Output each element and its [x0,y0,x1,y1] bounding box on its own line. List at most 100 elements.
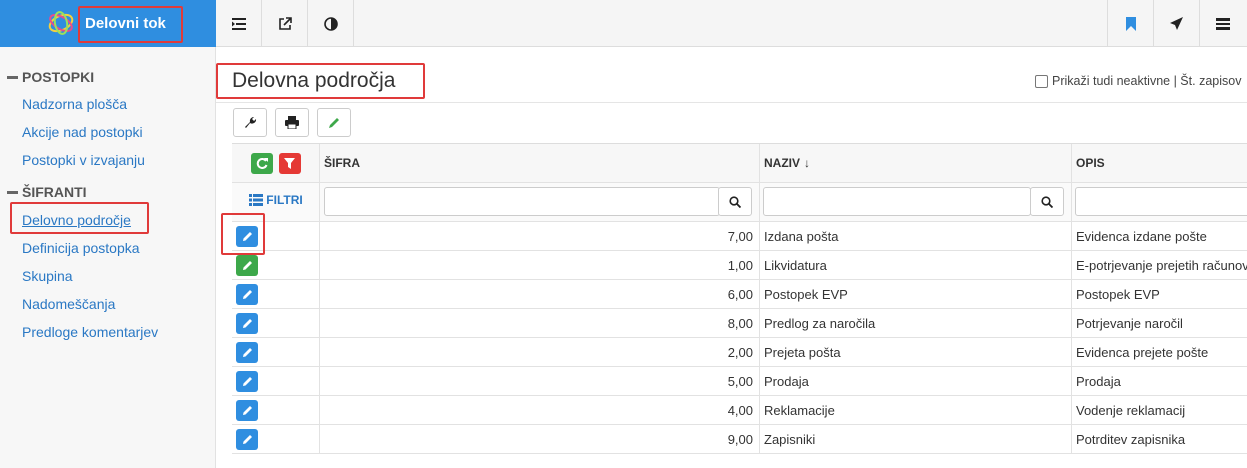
print-button[interactable] [275,108,309,137]
bookmark-button[interactable] [1107,0,1153,47]
sidebar-item-predloge-komentarjev[interactable]: Predloge komentarjev [22,324,158,340]
external-link-button[interactable] [262,0,308,47]
pencil-icon [242,434,252,444]
sort-icon: ↓ [804,156,810,170]
section-label: ŠIFRANTI [22,184,87,200]
clear-filter-button[interactable] [278,152,301,174]
show-inactive-label: Prikaži tudi neaktivne | Št. zapisov [1052,74,1242,88]
cell-sifra: 7,00 [320,222,760,250]
cell-sifra: 6,00 [320,280,760,308]
cell-sifra: 8,00 [320,309,760,337]
row-edit-button[interactable] [236,370,258,392]
row-edit-button[interactable] [236,225,258,247]
column-header-sifra[interactable]: ŠIFRA [320,144,760,182]
brand-header[interactable]: Delovni tok [0,0,216,47]
sidebar-section-postopki[interactable]: POSTOPKI [7,69,94,85]
cell-naziv: Predlog za naročila [760,309,1072,337]
contrast-button[interactable] [308,0,354,47]
row-actions [232,396,320,424]
cell-naziv: Likvidatura [760,251,1072,279]
filter-input-sifra[interactable] [324,187,720,216]
table-row[interactable]: 1,00 Likvidatura E-potrjevanje prejetih … [232,251,1247,280]
row-actions [232,251,320,279]
pencil-icon [242,376,252,386]
filters-label: FILTRI [266,193,303,207]
filter-input-opis[interactable] [1075,187,1247,216]
menu-button[interactable] [1199,0,1245,47]
header-actions [232,144,320,182]
row-edit-button[interactable] [236,399,258,421]
cell-sifra: 2,00 [320,338,760,366]
table-row[interactable]: 9,00 Zapisniki Potrditev zapisnika [232,425,1247,454]
row-actions [232,222,320,250]
filter-cell-sifra [320,183,760,221]
column-header-label: NAZIV [764,156,800,170]
logo-icon [48,11,74,35]
list-indent-button[interactable] [216,0,262,47]
pencil-icon [242,405,252,415]
cell-sifra: 9,00 [320,425,760,453]
sidebar-item-skupina[interactable]: Skupina [22,268,73,284]
filter-input-naziv[interactable] [763,187,1031,216]
sidebar-item-postopki-v-izvajanju[interactable]: Postopki v izvajanju [22,152,145,168]
cell-naziv: Prodaja [760,367,1072,395]
wrench-icon [244,116,256,128]
bookmark-icon [1125,16,1136,31]
search-button-sifra[interactable] [718,187,752,216]
cell-naziv: Izdana pošta [760,222,1072,250]
show-inactive-toggle[interactable]: Prikaži tudi neaktivne | Št. zapisov [1035,74,1241,88]
pencil-icon [242,318,252,328]
menu-icon [1215,17,1230,30]
table-row[interactable]: 4,00 Reklamacije Vodenje reklamacij [232,396,1247,425]
row-edit-button[interactable] [236,283,258,305]
filters-toggle[interactable]: FILTRI [236,193,316,207]
pencil-icon [329,117,339,128]
collapse-icon [7,75,18,79]
table-row[interactable]: 8,00 Predlog za naročila Potrjevanje nar… [232,309,1247,338]
cell-sifra: 4,00 [320,396,760,424]
list-icon [249,194,264,206]
search-button-naziv[interactable] [1030,187,1064,216]
app-title: Delovni tok [85,15,166,32]
sidebar-item-delovno-podrocje[interactable]: Delovno področje [22,212,131,228]
filter-icon [284,157,295,169]
row-actions [232,425,320,453]
data-table: ŠIFRA NAZIV ↓ OPIS FILTRI 7,00 Izdana po… [232,143,1247,454]
collapse-icon [7,190,18,194]
sidebar-item-definicija-postopka[interactable]: Definicija postopka [22,240,140,256]
edit-button[interactable] [317,108,351,137]
search-icon [1041,195,1053,208]
cell-opis: Postopek EVP [1076,286,1160,302]
refresh-button[interactable] [250,152,273,174]
print-icon [285,116,299,129]
filter-cell-opis [1072,183,1247,221]
settings-button[interactable] [233,108,267,137]
sidebar-item-nadzorna-plosca[interactable]: Nadzorna plošča [22,96,127,112]
cell-sifra: 5,00 [320,367,760,395]
row-actions [232,338,320,366]
table-row[interactable]: 7,00 Izdana pošta Evidenca izdane pošte [232,222,1247,251]
row-edit-button[interactable] [236,428,258,450]
table-row[interactable]: 5,00 Prodaja Prodaja [232,367,1247,396]
sidebar-item-akcije[interactable]: Akcije nad postopki [22,124,143,140]
pencil-icon [242,260,252,270]
row-edit-button[interactable] [236,254,258,276]
sidebar-item-nadomescanja[interactable]: Nadomeščanja [22,296,115,312]
show-inactive-checkbox[interactable] [1035,74,1048,88]
divider [216,102,1247,103]
table-row[interactable]: 2,00 Prejeta pošta Evidenca prejete pošt… [232,338,1247,367]
send-button[interactable] [1153,0,1199,47]
column-header-opis[interactable]: OPIS [1072,144,1247,182]
sidebar: POSTOPKI Nadzorna plošča Akcije nad post… [0,47,216,468]
cell-naziv: Prejeta pošta [760,338,1072,366]
table-row[interactable]: 6,00 Postopek EVP Postopek EVP [232,280,1247,309]
sidebar-section-sifranti[interactable]: ŠIFRANTI [7,184,87,200]
pencil-icon [242,347,252,357]
column-header-naziv[interactable]: NAZIV ↓ [760,144,1072,182]
cell-sifra: 1,00 [320,251,760,279]
row-edit-button[interactable] [236,312,258,334]
cell-opis: Vodenje reklamacij [1076,402,1186,418]
cell-opis: Evidenca izdane pošte [1076,228,1207,244]
row-edit-button[interactable] [236,341,258,363]
filter-cell-naziv [760,183,1072,221]
